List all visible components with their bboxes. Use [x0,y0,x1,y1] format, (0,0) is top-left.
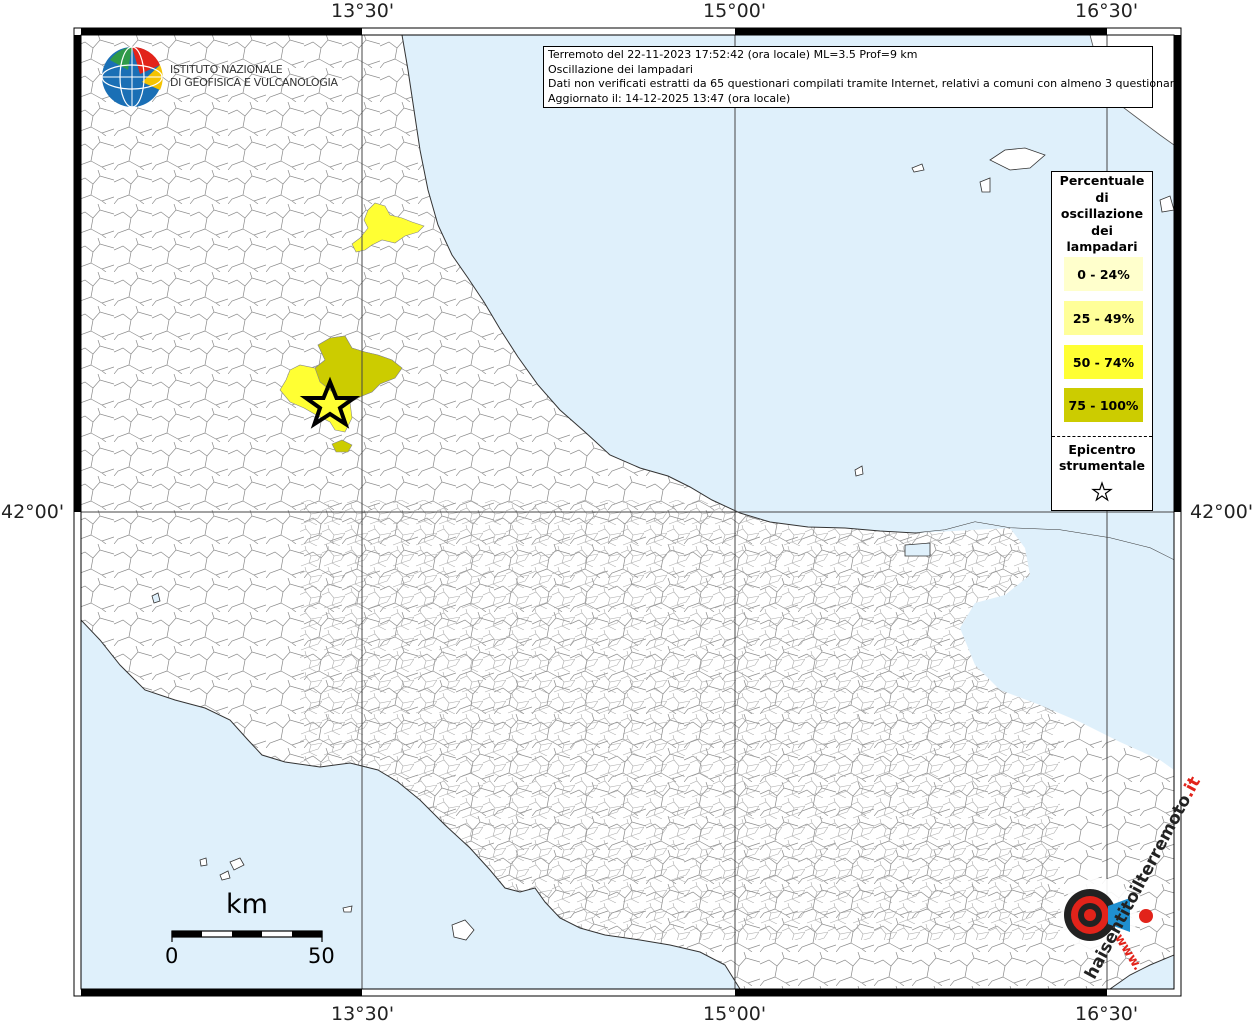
top-tick-3: 16°30' [1075,0,1139,22]
bottom-tick-2: 15°00' [703,1003,767,1025]
legend-title-line: di [1095,189,1109,205]
legend-title-line: dei [1091,222,1113,238]
map-canvas [73,27,1182,997]
legend-title-line: lampadari [1066,239,1138,254]
top-tick-1: 13°30' [331,0,395,22]
map-type: Oscillazione dei lampadari [548,62,693,76]
legend-title: Percentuale di oscillazione dei lampadar… [1052,173,1152,256]
map-area[interactable] [81,35,1174,989]
legend-title-line: Percentuale [1059,173,1145,188]
legend-divider [1052,436,1152,437]
scale-unit: km [226,889,268,920]
institute-line2: DI GEOFISICA E VULCANOLOGIA [170,76,338,89]
event-title: Terremoto del 22-11-2023 17:52:42 (ora l… [548,48,918,61]
data-note: Dati non verificati estratti da 65 quest… [548,77,1181,91]
legend-class-75-100: 75 - 100% [1064,388,1143,422]
star-icon [1091,481,1113,502]
legend-class-25-49: 25 - 49% [1064,301,1143,335]
update-time: Aggiornato il: 14-12-2025 13:47 (ora loc… [548,91,791,105]
right-tick-1: 42°00' [1190,501,1254,523]
bottom-tick-3: 16°30' [1075,1003,1139,1025]
legend-epicenter: Epicentro strumentale [1052,442,1152,507]
legend: Percentuale di oscillazione dei lampadar… [1051,171,1153,511]
legend-epicenter-line: Epicentro [1068,442,1136,457]
institute-name: ISTITUTO NAZIONALE DI GEOFISICA E VULCAN… [170,63,338,89]
left-tick-1: 42°00' [1,501,65,523]
legend-epicenter-line: strumentale [1058,458,1146,473]
legend-class-50-74: 50 - 74% [1064,345,1143,379]
scale-max: 50 [308,944,335,968]
scale-min: 0 [165,944,179,968]
legend-title-line: oscillazione [1060,206,1144,221]
top-tick-2: 15°00' [703,0,767,22]
institute-line1: ISTITUTO NAZIONALE [170,63,283,76]
legend-class-0-24: 0 - 24% [1064,257,1143,291]
event-info-box: Terremoto del 22-11-2023 17:52:42 (ora l… [543,46,1181,108]
bottom-tick-1: 13°30' [331,1003,395,1025]
